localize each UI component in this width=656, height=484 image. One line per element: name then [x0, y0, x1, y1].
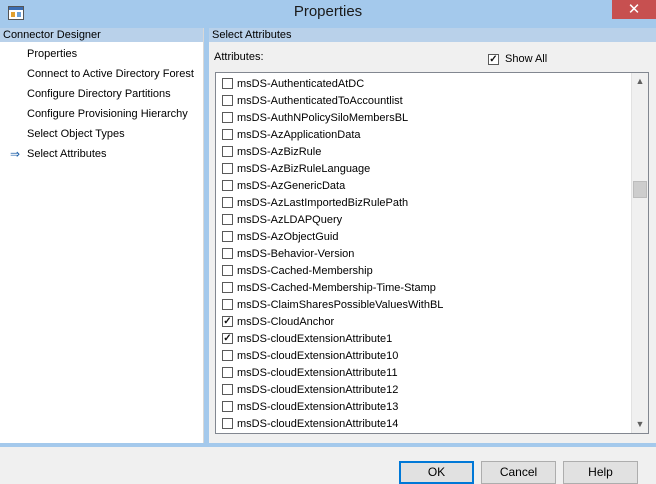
attribute-row[interactable]: msDS-AzBizRule	[216, 143, 632, 160]
attribute-name: msDS-CloudAnchor	[237, 315, 335, 328]
attribute-checkbox[interactable]	[222, 78, 233, 89]
attribute-checkbox[interactable]: ✓	[222, 316, 233, 327]
attribute-checkbox[interactable]	[222, 282, 233, 293]
attribute-name: msDS-AuthenticatedToAccountlist	[237, 94, 403, 107]
attributes-scrollbar[interactable]: ▲ ▼	[631, 73, 648, 433]
attribute-name: msDS-AuthNPolicySiloMembersBL	[237, 111, 409, 124]
attribute-checkbox[interactable]	[222, 129, 233, 140]
attribute-name: msDS-AuthenticatedAtDC	[237, 77, 365, 90]
attribute-checkbox[interactable]	[222, 112, 233, 123]
attribute-row[interactable]: msDS-cloudExtensionAttribute13	[216, 398, 632, 415]
attribute-row[interactable]: ✓ msDS-CloudAnchor	[216, 313, 632, 330]
attribute-checkbox[interactable]	[222, 265, 233, 276]
nav-item-label: Connect to Active Directory Forest	[27, 68, 194, 80]
show-all-toggle[interactable]: ✓ Show All	[488, 52, 547, 66]
attribute-checkbox[interactable]	[222, 248, 233, 259]
dialog-footer: OK Cancel Help	[0, 447, 656, 484]
attribute-row[interactable]: msDS-AzGenericData	[216, 177, 632, 194]
attribute-row[interactable]: msDS-cloudExtensionAttribute12	[216, 381, 632, 398]
attribute-name: msDS-AzBizRuleLanguage	[237, 162, 371, 175]
select-attributes-header: Select Attributes	[209, 28, 656, 42]
attribute-row[interactable]: msDS-cloudExtensionAttribute10	[216, 347, 632, 364]
attributes-label: Attributes:	[214, 51, 264, 63]
attribute-checkbox[interactable]: ✓	[222, 333, 233, 344]
attribute-row[interactable]: msDS-AzApplicationData	[216, 126, 632, 143]
nav-item-label: Select Attributes	[27, 148, 107, 160]
nav-item-label: Select Object Types	[27, 128, 125, 140]
attribute-checkbox[interactable]	[222, 214, 233, 225]
connector-designer-header: Connector Designer	[0, 28, 203, 42]
attribute-checkbox[interactable]	[222, 231, 233, 242]
attribute-name: msDS-cloudExtensionAttribute10	[237, 349, 399, 362]
nav-item-label: Configure Provisioning Hierarchy	[27, 108, 188, 120]
attribute-checkbox[interactable]	[222, 384, 233, 395]
nav-item-label: Configure Directory Partitions	[27, 88, 171, 100]
attribute-row[interactable]: msDS-cloudExtensionAttribute11	[216, 364, 632, 381]
attribute-checkbox[interactable]	[222, 146, 233, 157]
select-attributes-pane: Select Attributes Attributes: ✓ Show All…	[209, 28, 656, 443]
attributes-list[interactable]: msDS-AuthenticatedAtDC msDS-Authenticated…	[215, 72, 649, 434]
close-button[interactable]: ✕	[612, 0, 656, 19]
attribute-row[interactable]: msDS-Cached-Membership	[216, 262, 632, 279]
attribute-checkbox[interactable]	[222, 163, 233, 174]
ok-button[interactable]: OK	[399, 461, 474, 484]
nav-item-properties[interactable]: Properties	[0, 44, 203, 64]
attribute-row[interactable]: msDS-AzLDAPQuery	[216, 211, 632, 228]
scroll-thumb[interactable]	[633, 181, 647, 198]
nav-item-connect-forest[interactable]: Connect to Active Directory Forest	[0, 64, 203, 84]
attribute-row[interactable]: msDS-Behavior-Version	[216, 245, 632, 262]
nav-item-label: Properties	[27, 48, 78, 60]
nav-item-object-types[interactable]: Select Object Types	[0, 124, 203, 144]
attribute-name: msDS-cloudExtensionAttribute1	[237, 332, 393, 345]
attribute-row[interactable]: msDS-AzLastImportedBizRulePath	[216, 194, 632, 211]
attribute-checkbox[interactable]	[222, 180, 233, 191]
attribute-checkbox[interactable]	[222, 401, 233, 412]
designer-nav: Properties Connect to Active Directory F…	[0, 44, 203, 164]
attribute-row[interactable]: msDS-AuthenticatedAtDC	[216, 75, 632, 92]
attribute-checkbox[interactable]	[222, 299, 233, 310]
show-all-checkbox[interactable]: ✓	[488, 53, 499, 65]
attribute-row[interactable]: msDS-cloudExtensionAttribute14	[216, 415, 632, 432]
attribute-checkbox[interactable]	[222, 197, 233, 208]
attribute-name: msDS-cloudExtensionAttribute13	[237, 400, 399, 413]
window-title: Properties	[293, 3, 363, 20]
attribute-name: msDS-Cached-Membership	[237, 264, 373, 277]
attribute-checkbox[interactable]	[222, 350, 233, 361]
show-all-label: Show All	[505, 53, 548, 65]
attribute-name: msDS-AzObjectGuid	[237, 230, 339, 243]
attribute-name: msDS-AzApplicationData	[237, 128, 361, 141]
attribute-name: msDS-AzLDAPQuery	[237, 213, 343, 226]
attribute-name: msDS-cloudExtensionAttribute12	[237, 383, 399, 396]
attributes-rows: msDS-AuthenticatedAtDC msDS-Authenticated…	[216, 75, 632, 432]
scroll-up-icon[interactable]: ▲	[632, 73, 648, 90]
attribute-name: msDS-AzGenericData	[237, 179, 346, 192]
title-bar[interactable]: Properties ✕	[0, 0, 656, 27]
nav-item-provisioning-hierarchy[interactable]: Configure Provisioning Hierarchy	[0, 104, 203, 124]
attribute-row[interactable]: msDS-AuthNPolicySiloMembersBL	[216, 109, 632, 126]
attribute-name: msDS-ClaimSharesPossibleValuesWithBL	[237, 298, 444, 311]
attribute-row[interactable]: msDS-ClaimSharesPossibleValuesWithBL	[216, 296, 632, 313]
connector-designer-pane: Connector Designer Properties Connect to…	[0, 28, 204, 443]
attribute-row[interactable]: ✓ msDS-cloudExtensionAttribute1	[216, 330, 632, 347]
attribute-name: msDS-AzBizRule	[237, 145, 322, 158]
attribute-checkbox[interactable]	[222, 95, 233, 106]
attribute-row[interactable]: msDS-AuthenticatedToAccountlist	[216, 92, 632, 109]
attribute-name: msDS-Behavior-Version	[237, 247, 355, 260]
cancel-button[interactable]: Cancel	[481, 461, 556, 484]
attribute-row[interactable]: msDS-AzBizRuleLanguage	[216, 160, 632, 177]
attribute-name: msDS-cloudExtensionAttribute14	[237, 417, 399, 430]
attribute-checkbox[interactable]	[222, 418, 233, 429]
current-step-arrow-icon: ⇒	[10, 147, 21, 161]
attribute-checkbox[interactable]	[222, 367, 233, 378]
attribute-row[interactable]: msDS-Cached-Membership-Time-Stamp	[216, 279, 632, 296]
nav-item-select-attributes[interactable]: ⇒ Select Attributes	[0, 144, 203, 164]
attribute-name: msDS-AzLastImportedBizRulePath	[237, 196, 409, 209]
scroll-down-icon[interactable]: ▼	[632, 416, 648, 433]
nav-item-configure-partitions[interactable]: Configure Directory Partitions	[0, 84, 203, 104]
attribute-name: msDS-Cached-Membership-Time-Stamp	[237, 281, 436, 294]
attribute-name: msDS-cloudExtensionAttribute11	[237, 366, 398, 379]
attribute-row[interactable]: msDS-AzObjectGuid	[216, 228, 632, 245]
help-button[interactable]: Help	[563, 461, 638, 484]
